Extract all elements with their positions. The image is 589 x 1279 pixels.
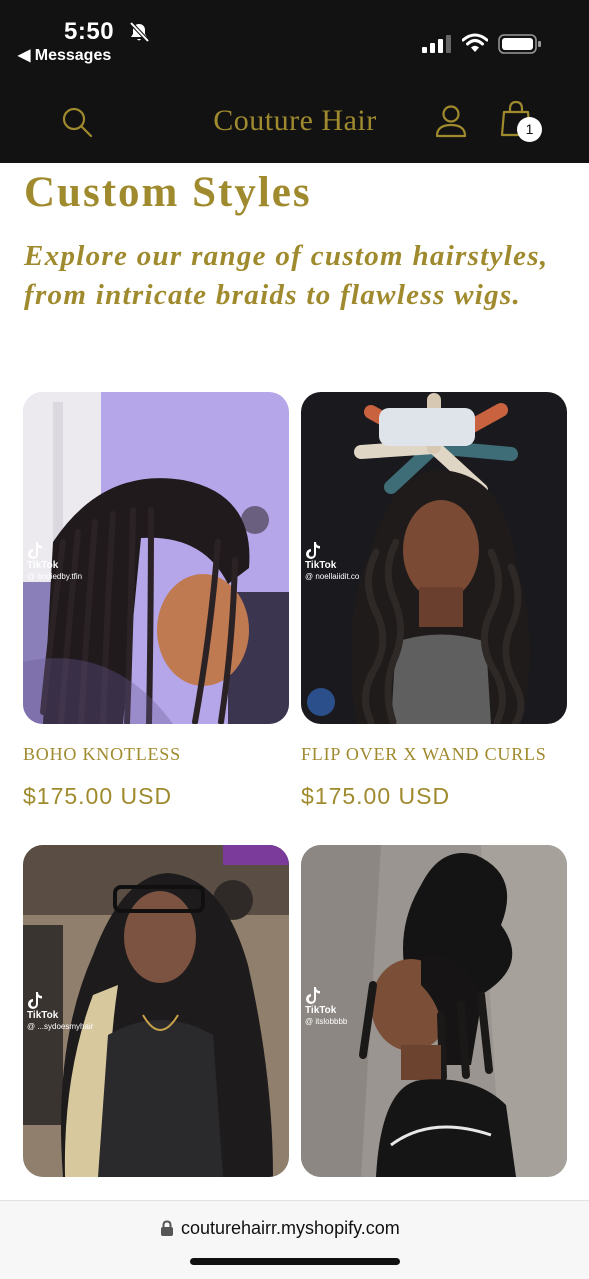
status-time: 5:50 xyxy=(64,18,115,45)
tiktok-icon xyxy=(28,542,42,559)
tiktok-username: @ itslobbbb xyxy=(305,1017,348,1026)
browser-address-bar xyxy=(0,1200,589,1279)
lock-icon xyxy=(161,1220,173,1236)
tiktok-watermark: TikTok @ bodiedby.tfin xyxy=(27,542,82,582)
account-icon[interactable] xyxy=(435,104,467,138)
tiktok-icon xyxy=(306,542,320,559)
tiktok-icon xyxy=(306,987,320,1004)
tiktok-username: @ ...sydoesmyhair xyxy=(27,1022,94,1031)
tiktok-label: TikTok xyxy=(305,560,337,571)
product-name[interactable]: FLIP OVER X WAND CURLS xyxy=(301,744,581,765)
tiktok-username: @ bodiedby.tfin xyxy=(27,572,83,581)
tiktok-label: TikTok xyxy=(305,1005,337,1016)
product-image-3[interactable]: TikTok @ ...sydoesmyhair xyxy=(23,845,289,1177)
tiktok-watermark: TikTok @ noellaiidit.co xyxy=(305,542,359,582)
tiktok-watermark: TikTok @ itslobbbb xyxy=(305,987,347,1027)
status-bar: 5:50 ◀ Messages xyxy=(0,0,589,78)
tiktok-icon xyxy=(28,992,42,1009)
product-price: $175.00 USD xyxy=(301,783,451,809)
cart-count-badge: 1 xyxy=(517,117,542,142)
home-indicator[interactable] xyxy=(190,1258,400,1265)
back-to-messages[interactable]: ◀ Messages xyxy=(18,45,111,65)
url-field[interactable]: couturehairr.myshopify.com xyxy=(181,1218,400,1239)
tiktok-username: @ noellaiidit.co xyxy=(305,572,360,581)
wifi-icon xyxy=(462,33,488,52)
search-icon[interactable] xyxy=(61,106,93,138)
tiktok-label: TikTok xyxy=(27,1010,59,1021)
page-title: Custom Styles xyxy=(24,169,312,216)
product-price: $175.00 USD xyxy=(23,783,173,809)
product-image-flip-over-wand-curls[interactable]: TikTok @ noellaiidit.co xyxy=(301,392,567,724)
signal-icon xyxy=(422,35,451,53)
product-name[interactable]: BOHO KNOTLESS xyxy=(23,744,303,765)
product-image-4[interactable]: TikTok @ itslobbbb xyxy=(301,845,567,1177)
site-logo[interactable]: Couture Hair xyxy=(190,104,400,138)
tiktok-label: TikTok xyxy=(27,560,59,571)
product-image-boho-knotless[interactable]: TikTok @ bodiedby.tfin xyxy=(23,392,289,724)
battery-icon xyxy=(498,34,541,54)
bell-slash-icon xyxy=(129,21,150,43)
tiktok-watermark: TikTok @ ...sydoesmyhair xyxy=(27,992,93,1032)
page-subtitle: Explore our range of custom hairstyles, … xyxy=(24,240,549,311)
